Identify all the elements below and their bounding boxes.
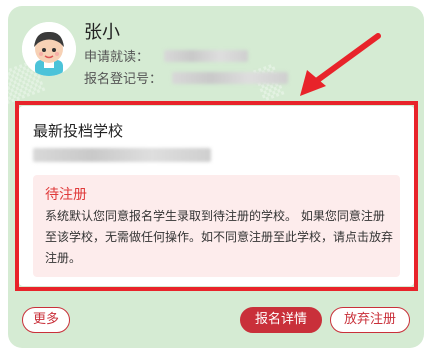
latest-school-title: 最新投档学校 <box>33 122 124 140</box>
abandon-registration-button[interactable]: 放弃注册 <box>330 307 410 333</box>
pending-registration-notice: 待注册 系统默认您同意报名学生录取到待注册的学校。 如果您同意注册至该学校，无需… <box>33 175 400 277</box>
application-details-button[interactable]: 报名详情 <box>240 307 322 333</box>
latest-school-value-redacted <box>33 148 211 162</box>
more-button[interactable]: 更多 <box>22 307 70 333</box>
notice-body: 系统默认您同意报名学生录取到待注册的学校。 如果您同意注册至该学校，无需做任何操… <box>45 209 394 265</box>
notice-title: 待注册 <box>45 187 87 203</box>
